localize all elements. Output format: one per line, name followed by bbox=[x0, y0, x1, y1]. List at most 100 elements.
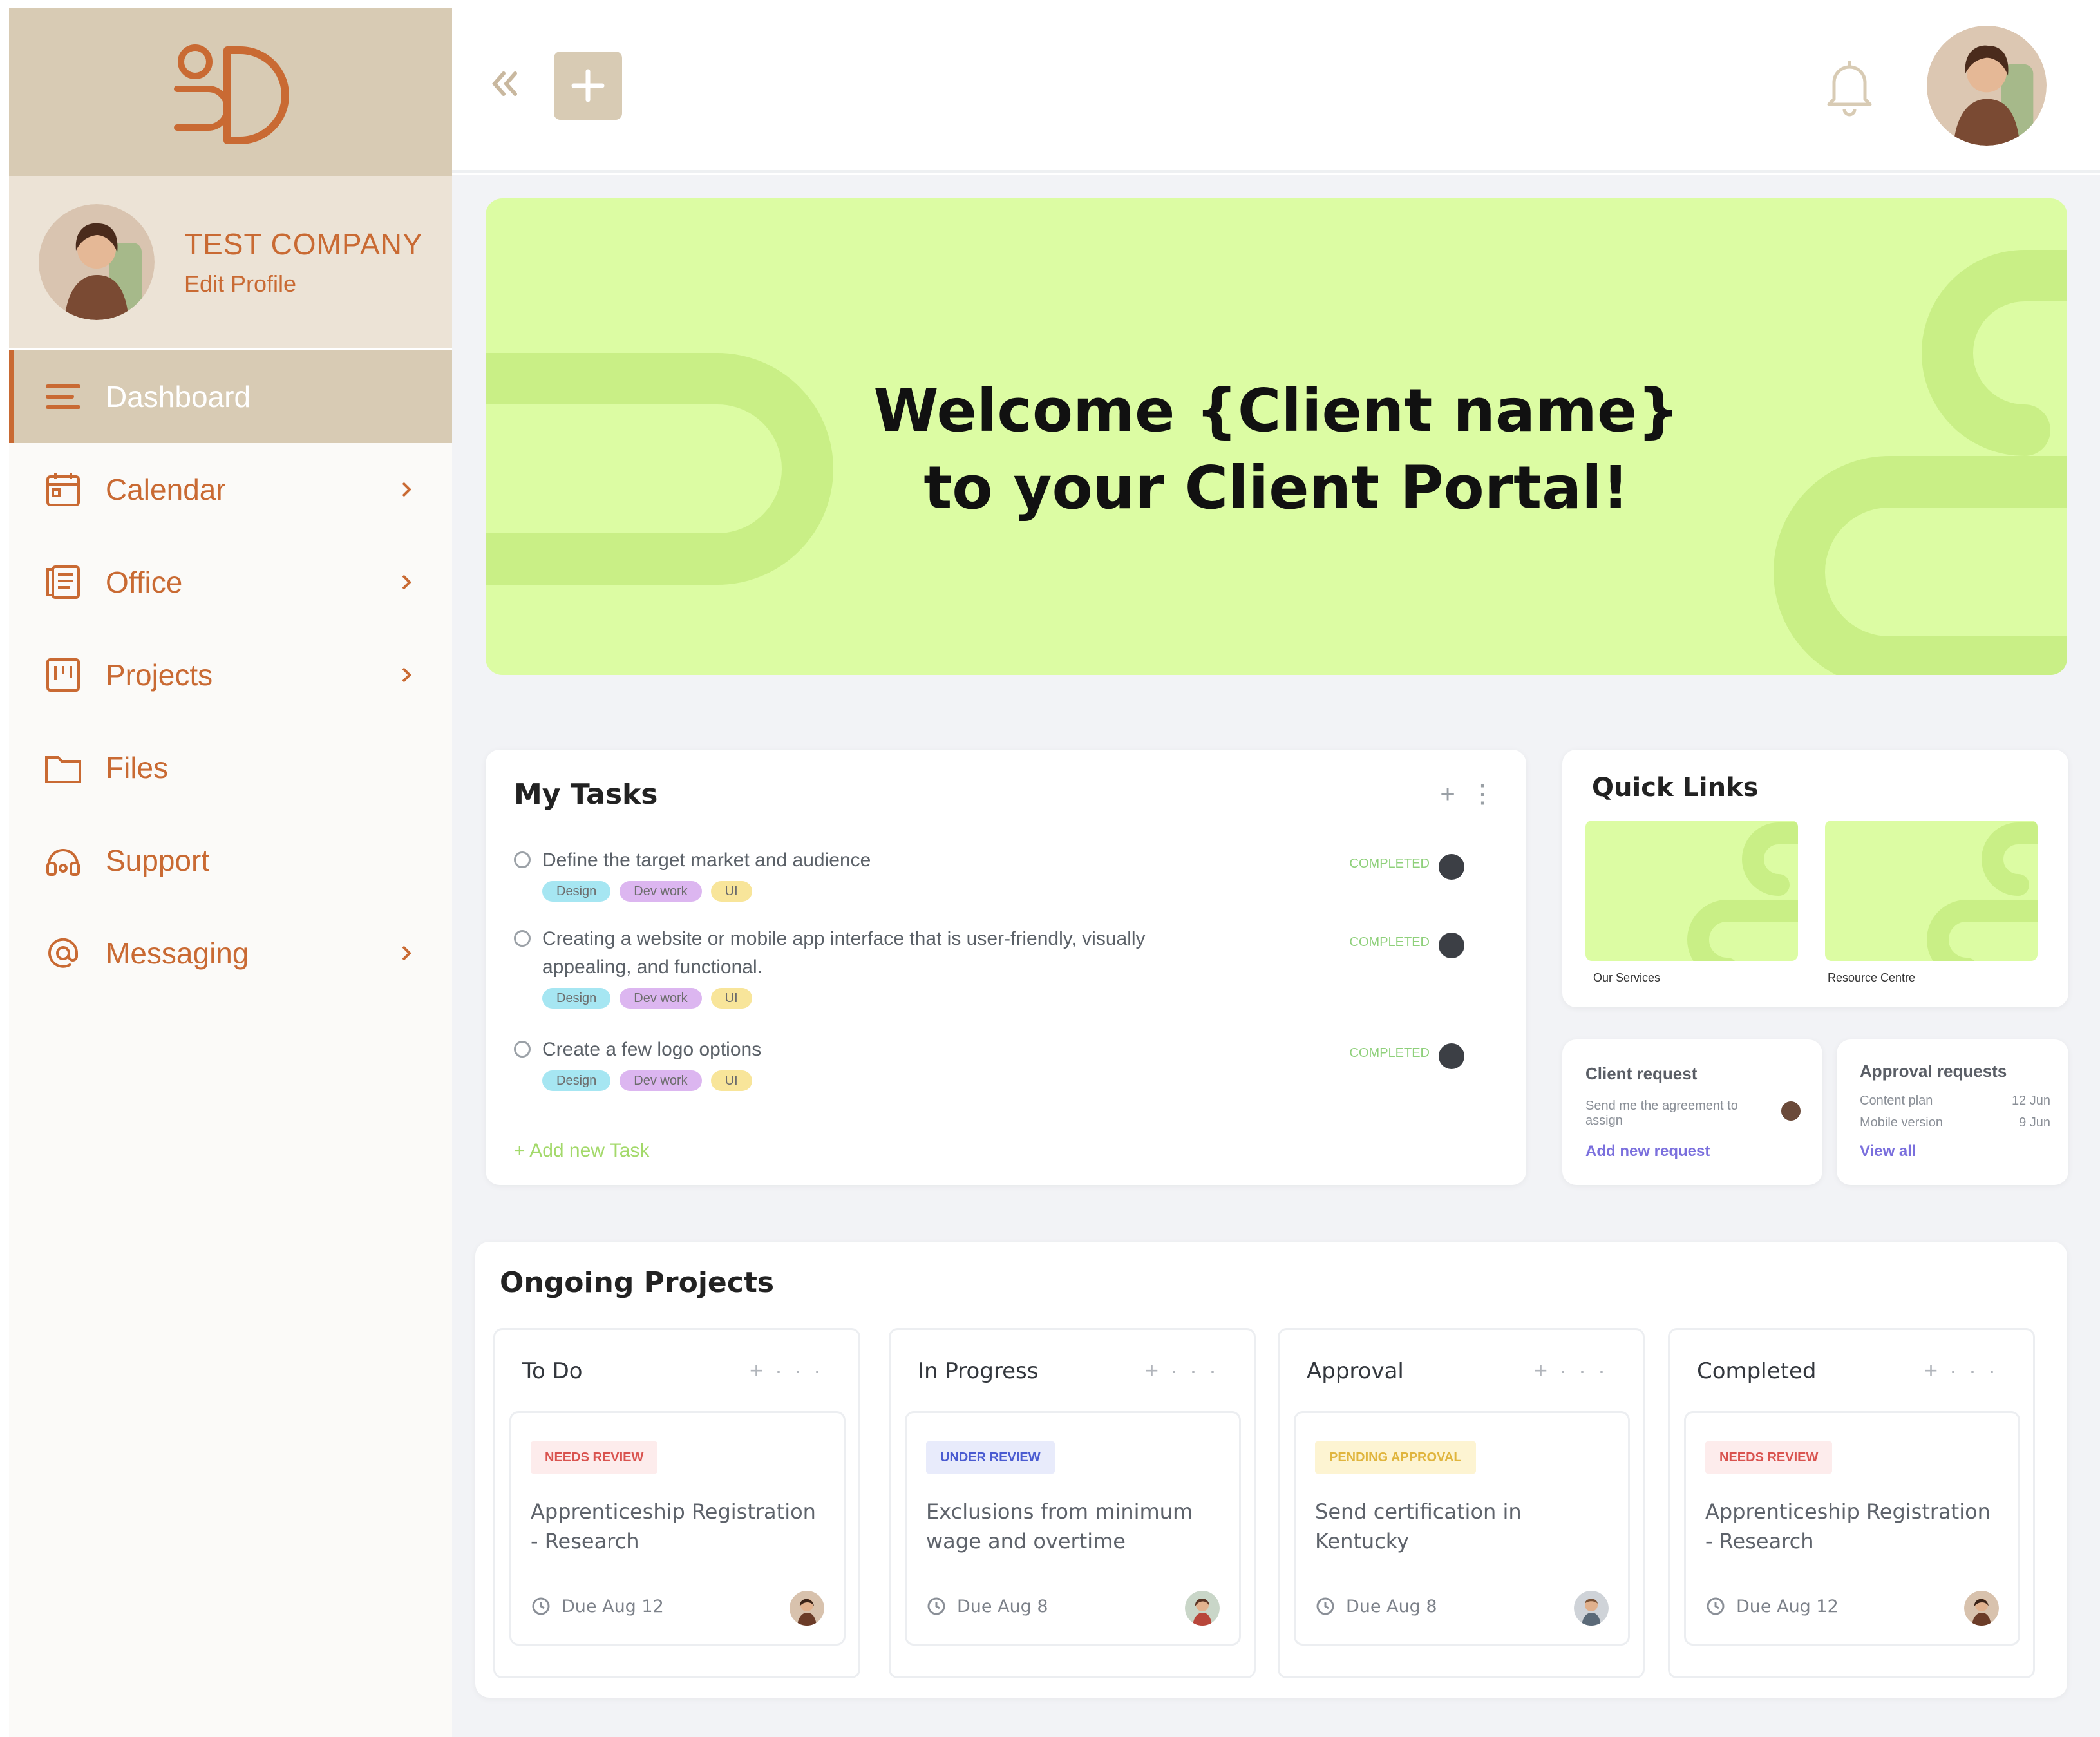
task-item[interactable]: Creating a website or mobile app interfa… bbox=[514, 925, 1493, 1009]
column-toolbar[interactable]: +··· bbox=[1924, 1357, 2007, 1384]
assignee-avatar bbox=[1185, 1591, 1220, 1626]
clock-icon bbox=[532, 1597, 550, 1615]
due-date: Due Aug 8 bbox=[926, 1596, 1048, 1617]
project-card[interactable]: PENDING APPROVAL Send certification in K… bbox=[1294, 1411, 1630, 1646]
task-item[interactable]: Create a few logo options Design Dev wor… bbox=[514, 1036, 1493, 1091]
task-tag: UI bbox=[710, 881, 752, 902]
sidebar-item-dashboard[interactable]: Dashboard bbox=[9, 350, 452, 443]
project-title: Apprenticeship Registration - Research bbox=[531, 1499, 816, 1553]
sidebar-item-messaging[interactable]: Messaging bbox=[9, 907, 452, 1000]
column-title: Completed bbox=[1697, 1358, 1817, 1384]
clock-icon bbox=[927, 1597, 945, 1615]
ongoing-projects-card: Ongoing Projects To Do +··· NEEDS REVIEW… bbox=[475, 1242, 2067, 1698]
sidebar-item-support[interactable]: Support bbox=[9, 814, 452, 907]
add-new-request-link[interactable]: Add new request bbox=[1585, 1143, 1710, 1161]
task-checkbox[interactable] bbox=[514, 930, 531, 947]
sidebar-item-calendar[interactable]: Calendar bbox=[9, 443, 452, 536]
add-task-icon[interactable]: + bbox=[1440, 780, 1455, 808]
add-task-link[interactable]: + Add new Task bbox=[514, 1140, 649, 1162]
column-title: Approval bbox=[1307, 1358, 1404, 1384]
headset-icon bbox=[43, 840, 84, 881]
task-text: Define the target market and audience bbox=[542, 850, 871, 871]
quick-links-title: Quick Links bbox=[1592, 773, 1759, 802]
sidebar-item-files[interactable]: Files bbox=[9, 721, 452, 814]
logo-icon bbox=[174, 44, 289, 144]
status-badge: PENDING APPROVAL bbox=[1315, 1441, 1476, 1474]
task-tag: Design bbox=[542, 988, 611, 1009]
at-icon bbox=[43, 933, 84, 974]
task-tag: Dev work bbox=[620, 1070, 702, 1091]
top-bar bbox=[452, 0, 2100, 173]
column-title: In Progress bbox=[918, 1358, 1039, 1384]
column-toolbar[interactable]: +··· bbox=[750, 1357, 833, 1384]
approval-item-label[interactable]: Content plan bbox=[1860, 1094, 1933, 1108]
status-badge: UNDER REVIEW bbox=[926, 1441, 1055, 1474]
edit-profile-link[interactable]: Edit Profile bbox=[184, 271, 423, 298]
sidebar-item-label: Files bbox=[106, 751, 169, 784]
column-toolbar[interactable]: +··· bbox=[1534, 1357, 1617, 1384]
bell-icon[interactable] bbox=[1817, 54, 1882, 119]
clock-icon bbox=[1707, 1597, 1725, 1615]
approval-item-label[interactable]: Mobile version bbox=[1860, 1115, 1943, 1130]
quick-links-card: Quick Links Our Services Resource Centre bbox=[1562, 750, 2068, 1007]
task-status: COMPLETED bbox=[1349, 857, 1430, 871]
avatar[interactable] bbox=[39, 204, 155, 320]
main-content: Welcome {Client name} to your Client Por… bbox=[452, 175, 2100, 1737]
task-checkbox[interactable] bbox=[514, 1041, 531, 1058]
project-title: Apprenticeship Registration - Research bbox=[1705, 1499, 1991, 1553]
client-request-item[interactable]: Send me the agreement to assign bbox=[1585, 1099, 1766, 1128]
user-avatar[interactable] bbox=[1927, 26, 2047, 146]
project-card[interactable]: NEEDS REVIEW Apprenticeship Registration… bbox=[509, 1411, 846, 1646]
approval-item-date: 9 Jun bbox=[2019, 1115, 2050, 1130]
due-date-text: Due Aug 12 bbox=[562, 1596, 664, 1617]
more-options-icon[interactable]: ⋮ bbox=[1470, 780, 1495, 808]
view-all-link[interactable]: View all bbox=[1860, 1143, 1916, 1161]
folder-icon bbox=[43, 747, 84, 788]
task-tag: UI bbox=[710, 1070, 752, 1091]
brand-logo[interactable] bbox=[9, 8, 452, 176]
assignee-avatar bbox=[1439, 1043, 1464, 1069]
sidebar-item-office[interactable]: Office bbox=[9, 536, 452, 629]
sidebar: TEST COMPANY Edit Profile Dashboard Cale… bbox=[9, 8, 452, 1737]
profile-panel: TEST COMPANY Edit Profile bbox=[9, 176, 452, 350]
quick-link-resource-centre[interactable] bbox=[1825, 821, 2038, 961]
project-title: Exclusions from minimum wage and overtim… bbox=[926, 1499, 1193, 1553]
sidebar-item-projects[interactable]: Projects bbox=[9, 629, 452, 721]
project-card[interactable]: NEEDS REVIEW Apprenticeship Registration… bbox=[1684, 1411, 2020, 1646]
client-request-title: Client request bbox=[1585, 1064, 1698, 1083]
client-request-card: Client request Send me the agreement to … bbox=[1562, 1039, 1822, 1185]
quick-link-label[interactable]: Resource Centre bbox=[1828, 971, 1915, 985]
task-item[interactable]: Define the target market and audience De… bbox=[514, 846, 1493, 902]
company-name: TEST COMPANY bbox=[184, 227, 423, 261]
kanban-column-to-do: To Do +··· NEEDS REVIEW Apprenticeship R… bbox=[493, 1328, 860, 1678]
task-text: Creating a website or mobile app interfa… bbox=[542, 928, 1146, 978]
task-tag: Dev work bbox=[620, 881, 702, 902]
status-badge: NEEDS REVIEW bbox=[1705, 1441, 1833, 1474]
office-icon bbox=[43, 562, 84, 603]
clock-icon bbox=[1316, 1597, 1334, 1615]
task-tag: Dev work bbox=[620, 988, 702, 1009]
quick-link-label[interactable]: Our Services bbox=[1593, 971, 1660, 985]
project-card[interactable]: UNDER REVIEW Exclusions from minimum wag… bbox=[905, 1411, 1241, 1646]
task-tag: UI bbox=[710, 988, 752, 1009]
assignee-avatar bbox=[1964, 1591, 1999, 1626]
welcome-banner: Welcome {Client name} to your Client Por… bbox=[486, 198, 2067, 675]
task-checkbox[interactable] bbox=[514, 851, 531, 868]
calendar-icon bbox=[43, 469, 84, 510]
due-date: Due Aug 12 bbox=[1705, 1596, 1839, 1617]
kanban-column-in-progress: In Progress +··· UNDER REVIEW Exclusions… bbox=[889, 1328, 1256, 1678]
collapse-sidebar-icon[interactable] bbox=[486, 64, 524, 103]
chevron-right-icon bbox=[402, 945, 411, 961]
sidebar-item-label: Projects bbox=[106, 658, 213, 692]
quick-link-our-services[interactable] bbox=[1585, 821, 1798, 961]
welcome-title: Welcome {Client name} to your Client Por… bbox=[486, 372, 2067, 527]
column-title: To Do bbox=[522, 1358, 583, 1384]
task-status: COMPLETED bbox=[1349, 1046, 1430, 1060]
requester-avatar bbox=[1781, 1101, 1801, 1121]
plus-icon bbox=[571, 69, 605, 102]
ongoing-projects-title: Ongoing Projects bbox=[500, 1266, 775, 1299]
column-toolbar[interactable]: +··· bbox=[1145, 1357, 1228, 1384]
kanban-column-completed: Completed +··· NEEDS REVIEW Apprenticesh… bbox=[1668, 1328, 2035, 1678]
add-button[interactable] bbox=[554, 52, 622, 120]
approval-requests-title: Approval requests bbox=[1860, 1061, 2007, 1081]
